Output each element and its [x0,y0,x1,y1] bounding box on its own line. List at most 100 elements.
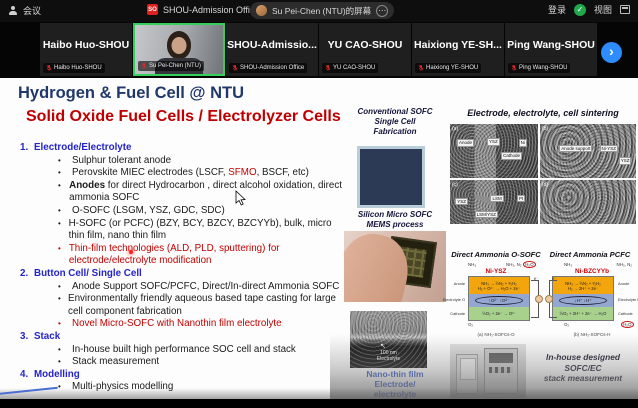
diagram-bottom-row: O₂ [468,322,538,327]
titlebar-actions: 登录 ✓ 视图 [548,3,630,16]
diagram-gas-row: NH₃NH₃, N₂ H₂O [468,262,536,267]
outline-bullet: •Stack measurement [14,356,344,369]
circled-product: H₂O [523,261,536,268]
muted-mic-icon [232,64,238,72]
participant-label: Haixiong YE-SHOU [415,63,481,73]
diagram-bottom-row: O₂H₂O [564,322,634,327]
participant-name: Ping Wang-SHOU [505,39,597,51]
sem-panel: (c)YSZLSMPtLSM/YSZ [450,180,538,224]
sem-area-label: LSM/YSZ [475,211,498,219]
load-circle [535,295,543,303]
outline-bullet: •In-house built high performance SOC cel… [14,344,344,357]
diagram-caption: (a) NH₃-SOFCs-O [450,332,542,337]
video-tile[interactable]: Ping Wang-SHOU Ping Wang-SHOU [505,23,597,76]
muted-mic-icon [418,64,424,72]
nano-film-caption: Nano-thin film Electrode/ electrolyte [344,369,446,399]
share-origin-badge: SO [147,4,158,15]
sem-arrow: ↖ [380,342,386,350]
next-participants-button[interactable]: › [601,42,622,63]
sofc-cell-photo [357,146,425,208]
electron-label: e⁻ [534,276,539,281]
muted-mic-icon [46,64,52,72]
electrolyte-layer: ↑O²⁻ ↑O²⁻ [469,294,529,307]
conventional-sofc-caption: Conventional SOFC Single Cell Fabricatio… [344,107,446,137]
participant-name: YU CAO-SHOU [319,39,411,51]
muted-mic-icon [511,64,517,72]
muted-mic-icon [325,64,331,72]
sem-area-label: Ni [519,139,527,147]
outline-bullet: •Environmentally friendly aqueous based … [14,293,344,318]
sem-area-label: Anode support [559,145,592,153]
outline-section-heading: 3.Stack [14,331,344,344]
outline-bullet: •Novel Micro-SOFC with Nanothin film ele… [14,318,344,331]
sem-panel: (d) [540,180,636,224]
sem-area-label: Anode [457,139,474,147]
osofc-diagram: NH₃NH₃, N₂ H₂ONi-YSZ NH₃ → ½N₂ + ³⁄₂H₂H₂ … [450,262,542,344]
sem-panel-corner-label: (d) [542,182,548,188]
micro-sofc-chip-photo [344,231,446,302]
participant-label: Su Pei-Chen (NTU) [138,61,204,71]
speaker-tab-label: Su Pei-Chen (NTU)的屏幕 [272,5,371,17]
laser-pointer-dot [129,250,133,254]
cell-layers: NH₃ → ½N₂ + ³⁄₂H₂H₂ → 2H⁺ + 2e⁻↓H⁺ ↓H⁺½O… [552,276,614,321]
video-tile[interactable]: SHOU-Admissio... SHOU-Admission Office [226,23,318,76]
outline-bullet: •H-SOFC (or PCFC) (BZY, BCY, BZCY, BZCYY… [14,218,344,243]
video-tile[interactable]: YU CAO-SHOU YU CAO-SHOU [319,23,411,76]
participants-icon [8,6,18,16]
pcfc-diagram: NH₃NH₃, N₂ Ni-BZCYYbNH₃ → ½N₂ + ³⁄₂H₂H₂ … [546,262,638,344]
participant-label: Ping Wang-SHOU [508,63,570,73]
outline-section-heading: 1.Electrode/Electrolyte [14,142,344,155]
participant-label: YU CAO-SHOU [322,63,378,73]
sem-panel-corner-label: (b) [542,126,548,132]
anode-layer: NH₃ → ½N₂ + ³⁄₂H₂H₂ → 2H⁺ + 2e⁻ [553,277,613,294]
video-strip: › Haibo Huo-SHOU Haibo Huo-SHOU Su Pei-Che… [0,22,638,78]
speaker-avatar [256,5,267,16]
meeting-label: 会议 [23,4,41,17]
view-button[interactable]: 视图 [594,3,612,16]
outline-bullet: •O-SOFC (LSGM, YSZ, GDC, SDC) [14,205,344,218]
outline-section-heading: 4.Modelling [14,369,344,382]
meeting-menu[interactable]: 会议 [8,4,41,17]
slide-title: Hydrogen & Fuel Cell @ NTU [18,84,244,103]
sem-area-label: YSZ [619,157,632,165]
video-tile[interactable]: Haibo Huo-SHOU Haibo Huo-SHOU [40,23,132,76]
electrolyte-layer: ↓H⁺ ↓H⁺ [553,294,613,307]
nano-film-sem-photo: ↖ 100 nm Electrolyte [350,311,427,368]
outline-bullet: •Thin-film technologies (ALD, PLD, sputt… [14,243,344,268]
video-tile[interactable]: Su Pei-Chen (NTU) [133,23,225,76]
mouse-cursor [235,190,247,211]
anode-layer: NH₃ → ½N₂ + ³⁄₂H₂H₂ + O²⁻ → H₂O + 2e⁻ [469,277,529,294]
sem-area-label: Ni-YSZ [600,145,619,153]
share-tab-speaker[interactable]: Su Pei-Chen (NTU)的屏幕 ⋯ [250,2,394,19]
encryption-shield-icon: ✓ [574,4,586,16]
micro-sofc-caption: Silicon Micro SOFC MEMS process [344,210,446,230]
participant-name: SHOU-Admissio... [226,39,318,51]
outline-list: 1.Electrode/Electrolyte•Sulphur tolerant… [14,142,344,394]
sem-panel: (a)AnodeYSZNiCathode [450,124,538,178]
sem-panel-corner-label: (a) [452,126,458,132]
outline-bullet: •Anodes for direct Hydrocarbon , direct … [14,180,344,205]
diagram-caption: (b) NH₃-SOFCs-H [546,332,638,337]
video-tile[interactable]: Haixiong YE-SH... Haixiong YE-SHOU [412,23,504,76]
anode-material-label: Ni-YSZ [450,268,542,275]
signin-button[interactable]: 登录 [548,3,566,16]
sintering-caption: Electrode, electrolyte, cell sintering [450,108,636,118]
outline-bullet: •Sulphur tolerant anode [14,155,344,168]
participant-name: Haixiong YE-SH... [412,39,504,51]
muted-mic-icon [141,62,147,70]
anode-material-label: Ni-BZCYYb [546,268,638,275]
more-options-icon[interactable]: ⋯ [376,5,388,17]
sem-area-label: Cathode [501,152,522,160]
stack-rig-photo [450,344,526,398]
sem-panel: (b) Anode support Ni-YSZYSZ [540,124,636,178]
outline-section-heading: 2.Button Cell/ Single Cell [14,268,344,281]
participant-label: SHOU-Admission Office [229,63,307,73]
slide-subtitle: Solid Oxide Fuel Cells / Electrolyzer Ce… [26,108,341,126]
participant-label: Haibo Huo-SHOU [43,63,105,73]
cathode-layer: ½O₂ + 2H⁺ + 2e⁻ → H₂O [553,307,613,320]
osofc-title: Direct Ammonia O-SOFC [450,250,542,259]
view-layout-icon[interactable] [620,5,630,14]
participant-name: Haibo Huo-SHOU [40,39,132,51]
shared-screen-slide: Hydrogen & Fuel Cell @ NTU Solid Oxide F… [0,78,638,399]
bottom-bar [0,399,638,408]
